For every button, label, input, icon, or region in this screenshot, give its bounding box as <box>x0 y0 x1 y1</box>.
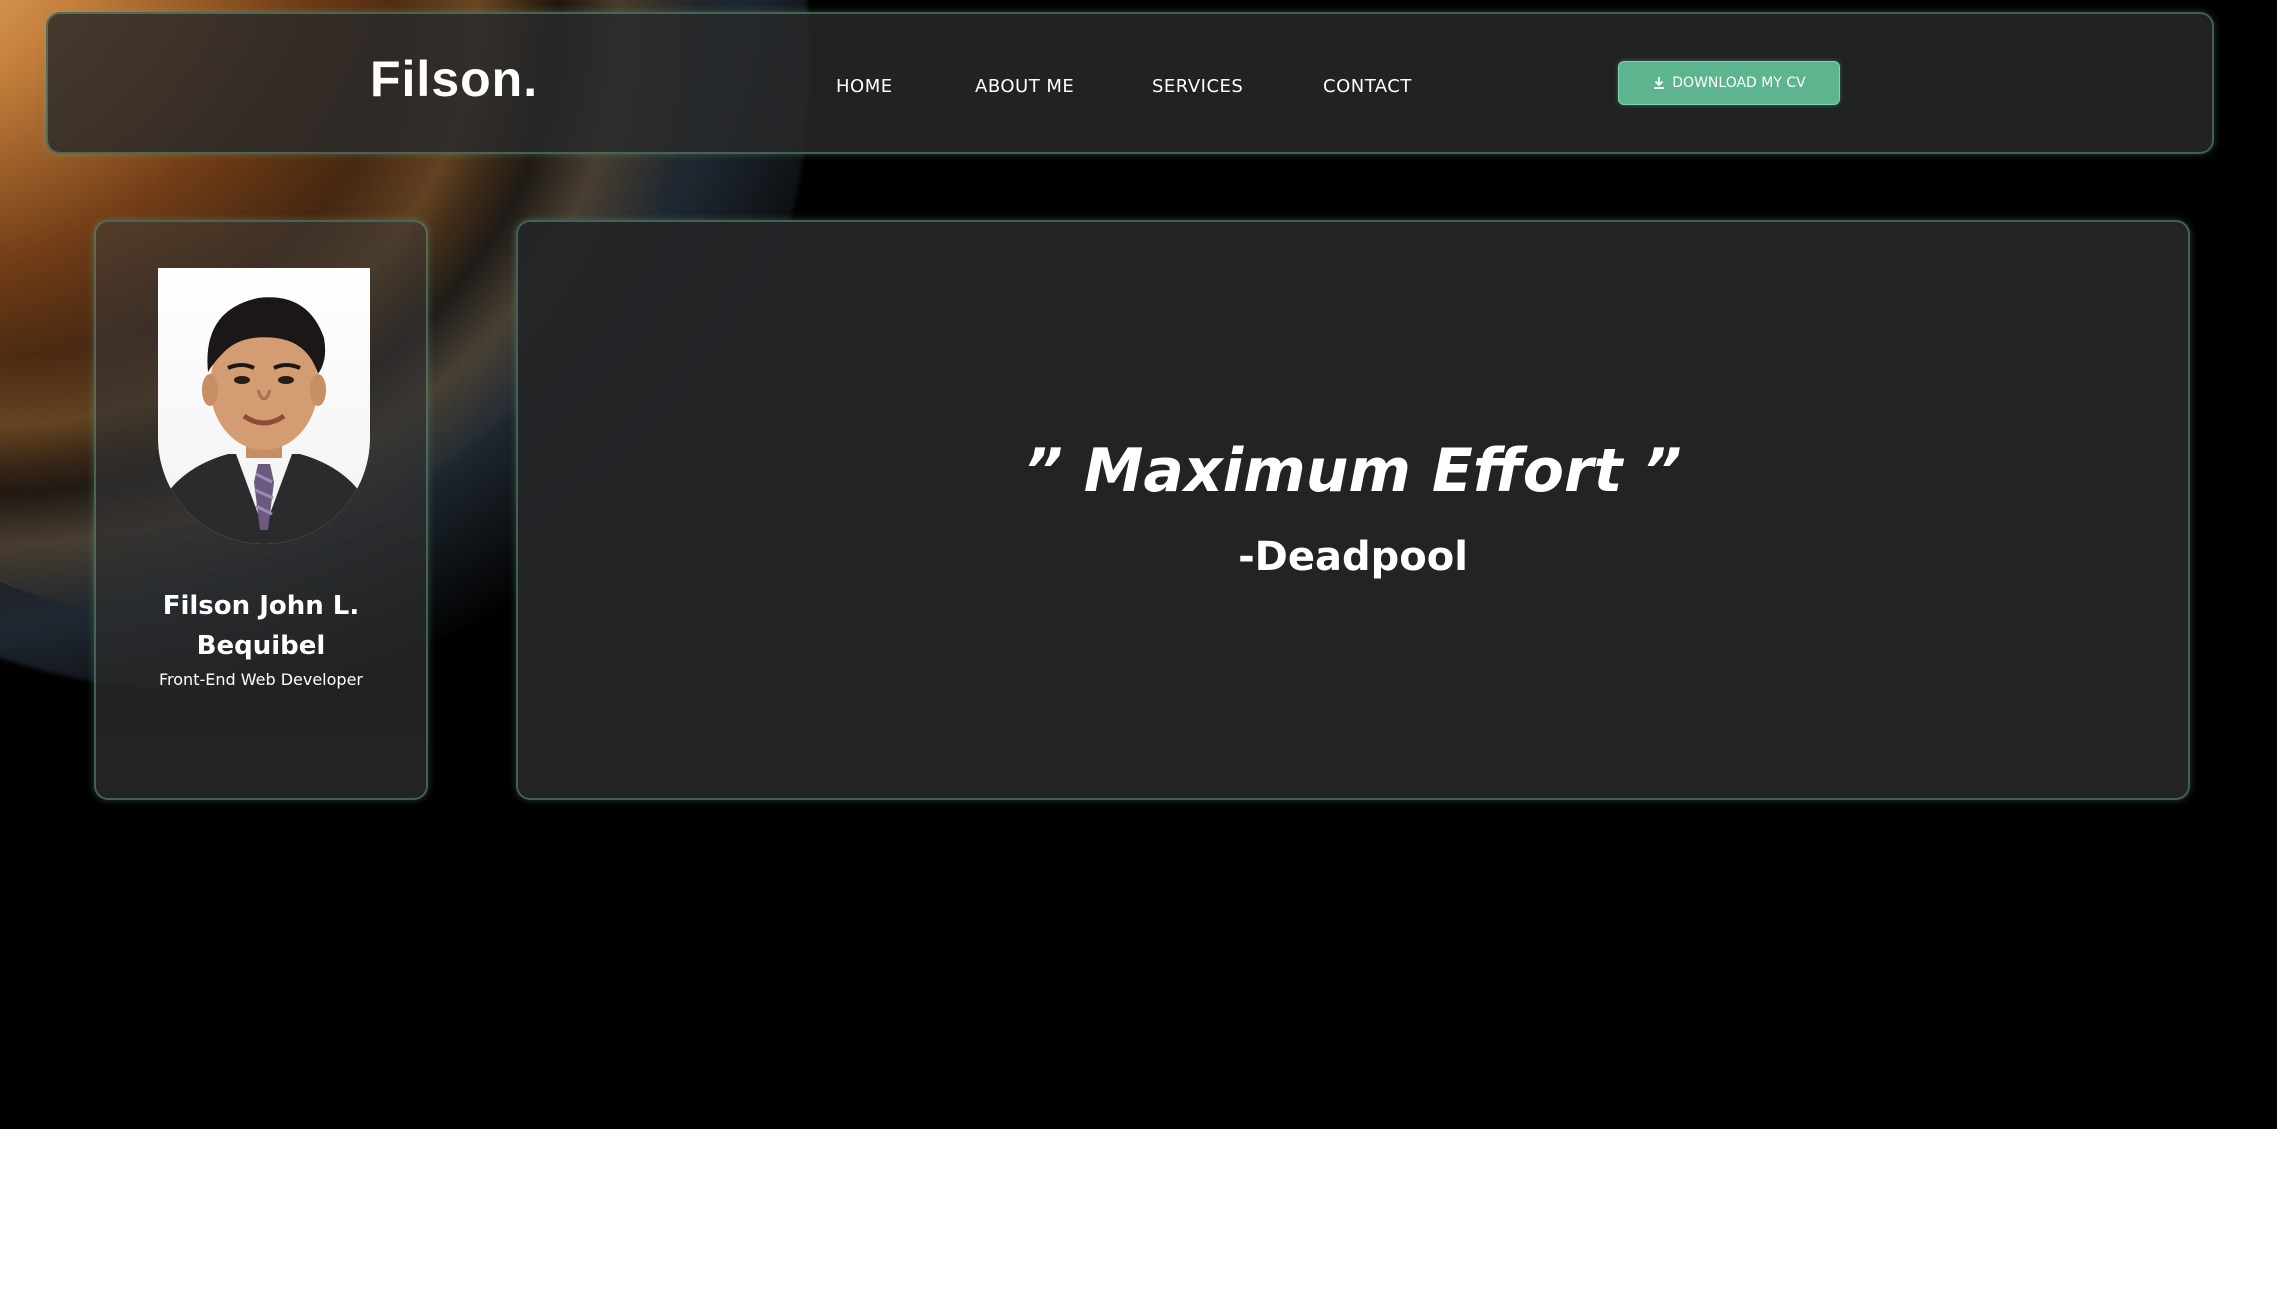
nav-contact[interactable]: CONTACT <box>1323 76 1412 97</box>
nav-services[interactable]: SERVICES <box>1152 76 1243 97</box>
quote-author: -Deadpool <box>1238 534 1468 580</box>
download-cv-label: DOWNLOAD MY CV <box>1672 75 1806 91</box>
avatar <box>158 268 370 544</box>
profile-name: Filson John L. Bequibel <box>162 591 360 661</box>
logo[interactable]: Filson. <box>370 50 538 108</box>
download-cv-button[interactable]: DOWNLOAD MY CV <box>1618 61 1840 105</box>
nav-about-me[interactable]: ABOUT ME <box>975 76 1074 97</box>
profile-role: Front-End Web Developer <box>159 670 363 689</box>
page-viewport: Filson. HOME ABOUT ME SERVICES CONTACT D… <box>0 0 2277 1129</box>
quote-text: ” Maximum Effort ” <box>1024 436 1682 506</box>
nav-home[interactable]: HOME <box>836 76 893 97</box>
quote-card <box>516 220 2190 800</box>
download-icon <box>1654 77 1665 89</box>
